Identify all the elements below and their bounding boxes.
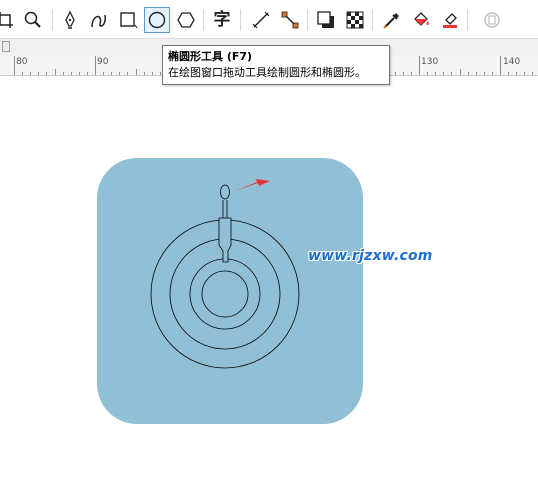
rounded-square-background[interactable]	[97, 158, 363, 424]
tooltip-title: 椭圆形工具 (F7)	[168, 50, 253, 63]
watermark-text: www.rjzxw.com	[308, 248, 433, 264]
tooltip-description: 在绘图窗口拖动工具绘制圆形和椭圆形。	[168, 66, 366, 79]
ellipse-tool-tooltip: 椭圆形工具 (F7) 在绘图窗口拖动工具绘制圆形和椭圆形。	[162, 45, 390, 85]
tonearm-knob[interactable]	[220, 184, 230, 200]
